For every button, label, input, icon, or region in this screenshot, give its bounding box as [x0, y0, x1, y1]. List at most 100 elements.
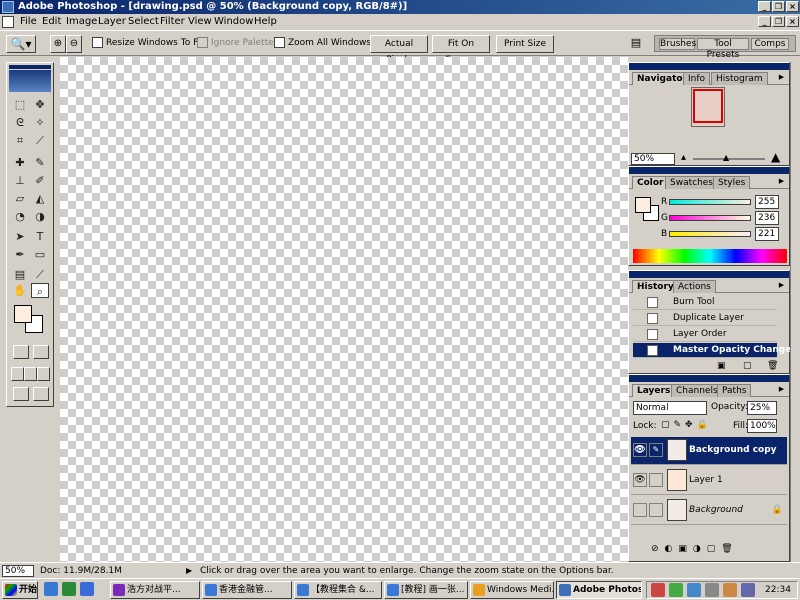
layer-footer-icons[interactable]: ⊘◐▣◑▢🗑	[651, 544, 739, 554]
panel-titlebar[interactable]	[629, 63, 789, 70]
close-button[interactable]: ×	[786, 1, 799, 12]
tab-swatches[interactable]: Swatches	[665, 176, 718, 189]
zoom-tool-icon[interactable]: ⌕	[31, 283, 49, 298]
panel-menu-arrow-icon[interactable]: ▶	[777, 177, 786, 186]
status-arrow-icon[interactable]: ▶	[186, 565, 192, 577]
desktop-quicklaunch-icon[interactable]	[62, 582, 76, 596]
eyedropper-tool-icon[interactable]: ⟋	[31, 267, 49, 282]
ie-quicklaunch-icon[interactable]	[44, 582, 58, 596]
brushes-tab[interactable]: Brushes	[659, 38, 696, 50]
navigator-view-box[interactable]	[693, 89, 723, 123]
layer-row-background[interactable]: Background 🔒	[631, 497, 787, 525]
layer-link-box[interactable]	[649, 503, 663, 517]
notes-tool-icon[interactable]: ▤	[11, 267, 29, 282]
color-foreground-swatch[interactable]	[635, 197, 651, 213]
layer-row-background-copy[interactable]: 👁 ✎ Background copy	[631, 437, 787, 465]
panel-menu-arrow-icon[interactable]: ▶	[777, 281, 786, 290]
hand-tool-icon[interactable]: ✋	[11, 283, 29, 298]
actual-pixels-button[interactable]: Actual Pixels	[370, 35, 428, 65]
screen-mode-menu-icon[interactable]	[24, 367, 37, 381]
taskbar-item[interactable]: 浩方对战平...	[110, 581, 200, 599]
paint-bucket-tool-icon[interactable]: ◭	[31, 191, 49, 206]
fill-field[interactable]: 100%	[747, 419, 777, 433]
tray-icon[interactable]	[741, 583, 755, 597]
ignore-palettes-checkbox[interactable]: Ignore Palettes	[197, 37, 278, 51]
new-document-icon[interactable]: ▢	[743, 361, 752, 371]
green-value-field[interactable]: 236	[755, 211, 779, 225]
print-size-button[interactable]: Print Size	[496, 35, 554, 53]
panel-titlebar[interactable]	[629, 271, 789, 278]
dodge-tool-icon[interactable]: ◑	[31, 209, 49, 224]
zoom-in-mountain-icon[interactable]: ▲	[771, 151, 780, 163]
menu-file[interactable]: File	[20, 16, 37, 27]
menu-view[interactable]: View	[188, 16, 212, 27]
visibility-eye-icon[interactable]: 👁	[633, 443, 647, 457]
blend-mode-select[interactable]: Normal	[633, 401, 707, 415]
history-item[interactable]: Duplicate Layer	[633, 311, 777, 326]
status-zoom-field[interactable]: 50%	[2, 565, 34, 577]
taskbar-item[interactable]: [教程] 画一张...	[384, 581, 468, 599]
volume-icon[interactable]	[705, 583, 719, 597]
layer-row-layer-1[interactable]: 👁 Layer 1	[631, 467, 787, 495]
tray-icon[interactable]	[651, 583, 665, 597]
doc-restore-button[interactable]: ❐	[772, 16, 785, 27]
doc-size-info[interactable]: Doc: 11.9M/28.1M	[40, 565, 122, 577]
red-value-field[interactable]: 255	[755, 195, 779, 209]
type-tool-icon[interactable]: T	[31, 229, 49, 244]
clock[interactable]: 22:34	[765, 584, 791, 596]
opacity-field[interactable]: 25%	[747, 401, 777, 415]
magic-wand-tool-icon[interactable]: ✧	[31, 115, 49, 130]
tool-presets-tab[interactable]: Tool Presets	[697, 38, 749, 60]
blue-slider[interactable]	[669, 231, 751, 237]
panel-titlebar[interactable]	[629, 375, 789, 382]
history-item-active[interactable]: Master Opacity Change	[633, 343, 791, 358]
menu-help[interactable]: Help	[254, 16, 277, 27]
jump-to-imageready-icon[interactable]	[33, 387, 49, 401]
panel-menu-arrow-icon[interactable]: ▶	[777, 73, 786, 82]
crop-tool-icon[interactable]: ⌗	[11, 133, 29, 148]
tab-styles[interactable]: Styles	[713, 176, 751, 189]
quick-mask-mode-icon[interactable]	[33, 345, 49, 359]
healing-brush-tool-icon[interactable]: ✚	[11, 155, 29, 170]
tray-icon[interactable]	[669, 583, 683, 597]
slice-tool-icon[interactable]: ⟋	[31, 133, 49, 148]
visibility-eye-icon[interactable]: 👁	[633, 473, 647, 487]
standard-mode-icon[interactable]	[13, 345, 29, 359]
fit-on-screen-button[interactable]: Fit On Screen	[432, 35, 490, 65]
new-snapshot-icon[interactable]: ▣	[717, 361, 726, 371]
blur-tool-icon[interactable]: ◔	[11, 209, 29, 224]
navigator-zoom-field[interactable]: 50%	[631, 153, 675, 165]
media-quicklaunch-icon[interactable]	[80, 582, 94, 596]
taskbar-item[interactable]: 香港金融管...	[202, 581, 292, 599]
doc-close-button[interactable]: ×	[786, 16, 799, 27]
document-canvas[interactable]	[60, 57, 628, 562]
taskbar-item[interactable]: Windows Medi...	[470, 581, 554, 599]
screen-mode-full-icon[interactable]	[37, 367, 50, 381]
zoom-tool-preset-picker[interactable]: 🔍▾	[6, 35, 36, 53]
taskbar-item[interactable]: 【教程集合 &...	[294, 581, 382, 599]
tab-info[interactable]: Info	[683, 72, 711, 85]
blue-value-field[interactable]: 221	[755, 227, 779, 241]
history-item[interactable]: Burn Tool	[633, 295, 777, 310]
shape-tool-icon[interactable]: ▭	[31, 247, 49, 262]
panel-scrollbar[interactable]	[790, 62, 800, 562]
start-button[interactable]: 开始	[2, 581, 38, 599]
resize-windows-checkbox[interactable]: Resize Windows To Fit	[92, 37, 204, 51]
path-selection-tool-icon[interactable]: ➤	[11, 229, 29, 244]
marquee-tool-icon[interactable]: ⬚	[11, 97, 29, 112]
layer-link-box[interactable]	[649, 473, 663, 487]
menu-layer[interactable]: Layer	[98, 16, 126, 27]
zoom-out-icon[interactable]: ⊖	[66, 35, 82, 53]
screen-mode-standard-icon[interactable]	[11, 367, 24, 381]
toolbox-titlebar[interactable]	[9, 65, 51, 69]
layer-brush-link-icon[interactable]: ✎	[649, 443, 663, 457]
red-slider[interactable]	[669, 199, 751, 205]
history-brush-tool-icon[interactable]: ✐	[31, 173, 49, 188]
visibility-eye-box[interactable]	[633, 503, 647, 517]
move-tool-icon[interactable]: ✥	[31, 97, 49, 112]
panel-menu-arrow-icon[interactable]: ▶	[777, 385, 786, 394]
clone-stamp-tool-icon[interactable]: ⊥	[11, 173, 29, 188]
history-item[interactable]: Layer Order	[633, 327, 777, 342]
zoom-out-mountain-icon[interactable]: ▴	[681, 153, 686, 163]
menu-window[interactable]: Window	[214, 16, 253, 27]
